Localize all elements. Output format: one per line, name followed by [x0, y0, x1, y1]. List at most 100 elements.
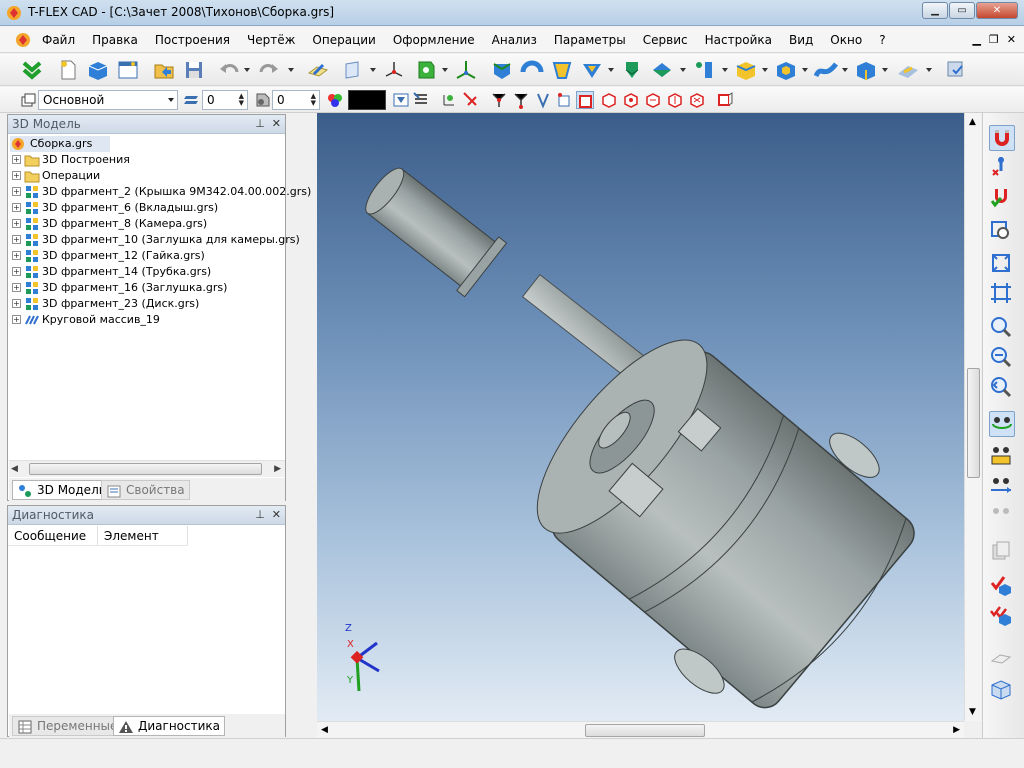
new-drawing-icon[interactable]	[116, 58, 140, 82]
sheet-metal-icon[interactable]	[896, 58, 920, 82]
menu-item-7[interactable]: Параметры	[554, 33, 626, 47]
expand-icon[interactable]: +	[12, 171, 21, 180]
menu-item-0[interactable]: Файл	[42, 33, 75, 47]
expand-icon[interactable]: +	[12, 299, 21, 308]
new-3d-model-icon[interactable]	[86, 58, 110, 82]
fillet-icon[interactable]	[650, 58, 674, 82]
priority-stepper[interactable]: 0 ▲ ▼	[272, 90, 320, 110]
document-icon[interactable]	[14, 31, 32, 49]
menu-item-11[interactable]: Окно	[830, 33, 862, 47]
select-face-icon[interactable]	[576, 91, 594, 109]
viewport-scroll-right-icon[interactable]: ▶	[953, 725, 960, 735]
copy-body-icon[interactable]	[734, 58, 758, 82]
viewport-vscrollbar[interactable]: ▲ ▼	[964, 113, 981, 721]
maximize-button[interactable]: ▭	[949, 2, 975, 19]
diag-pin-icon[interactable]: ⊥	[255, 508, 265, 521]
tree-item[interactable]: +3D фрагмент_10 (Заглушка для камеры.grs…	[8, 232, 300, 248]
workplane-icon[interactable]	[342, 58, 366, 82]
fillet-dropdown-icon[interactable]	[680, 68, 686, 72]
loft-icon[interactable]	[550, 58, 574, 82]
tree-item[interactable]: + Операции	[8, 168, 284, 184]
tab-variables[interactable]: Переменные	[12, 716, 123, 736]
select-loop-icon[interactable]	[556, 91, 574, 109]
expand-icon[interactable]: +	[12, 267, 21, 276]
menu-item-4[interactable]: Операции	[312, 33, 375, 47]
sheet-metal-dropdown-icon[interactable]	[926, 68, 932, 72]
tree-item[interactable]: +3D фрагмент_6 (Вкладыш.grs)	[8, 200, 284, 216]
expand-icon[interactable]: +	[12, 235, 21, 244]
expand-icon[interactable]: +	[12, 187, 21, 196]
close-button[interactable]: ✕	[976, 2, 1018, 19]
boolean-icon[interactable]	[620, 58, 644, 82]
selector-list-icon[interactable]	[412, 91, 430, 109]
select-node-icon[interactable]	[440, 91, 458, 109]
viewport-vscroll-thumb[interactable]	[967, 368, 980, 478]
minimize-button[interactable]: ▁	[922, 2, 948, 19]
pin-marker-icon[interactable]	[989, 155, 1015, 181]
rotate-view-icon[interactable]	[989, 411, 1015, 437]
tree-item[interactable]: +3D фрагмент_2 (Крышка 9М342.04.00.002.g…	[8, 184, 311, 200]
filter-icon[interactable]	[392, 91, 410, 109]
solid-box-icon[interactable]	[854, 58, 878, 82]
scroll-right-icon[interactable]: ▶	[274, 464, 281, 474]
zoom-previous-icon[interactable]	[989, 375, 1015, 401]
save-icon[interactable]	[182, 58, 206, 82]
tab-diagnostics[interactable]: Диагностика	[113, 716, 226, 736]
menu-item-5[interactable]: Оформление	[393, 33, 475, 47]
menu-item-10[interactable]: Вид	[789, 33, 813, 47]
tree-root[interactable]: Сборка.grs	[10, 136, 110, 152]
column-message[interactable]: Сообщение	[8, 526, 98, 546]
select-body-icon[interactable]	[600, 91, 618, 109]
solid-box-dropdown-icon[interactable]	[882, 68, 888, 72]
diag-close-icon[interactable]: ✕	[272, 508, 281, 521]
scroll-left-icon[interactable]: ◀	[11, 464, 18, 474]
expand-icon[interactable]: +	[12, 251, 21, 260]
expand-icon[interactable]: +	[12, 283, 21, 292]
assembly-settings-icon[interactable]	[944, 58, 968, 82]
select-elements-icon[interactable]	[716, 91, 734, 109]
menu-item-8[interactable]: Сервис	[643, 33, 688, 47]
mdi-minimize-button[interactable]: ▁	[972, 33, 980, 46]
tree-item[interactable]: +3D Построения	[8, 152, 284, 168]
zoom-extents-icon[interactable]	[989, 251, 1015, 277]
copy-body-dropdown-icon[interactable]	[762, 68, 768, 72]
expand-icon[interactable]: +	[12, 219, 21, 228]
select-fragment-icon[interactable]	[644, 91, 662, 109]
surface-dropdown-icon[interactable]	[842, 68, 848, 72]
section-plane-icon[interactable]	[989, 645, 1015, 671]
3d-node-icon[interactable]	[454, 58, 478, 82]
tree-item[interactable]: +3D фрагмент_8 (Камера.grs)	[8, 216, 284, 232]
level-stepper[interactable]: 0 ▲ ▼	[202, 90, 248, 110]
viewport-scroll-left-icon[interactable]: ◀	[321, 725, 328, 735]
sweep-icon[interactable]	[580, 58, 604, 82]
check-solid-icon[interactable]	[989, 573, 1015, 599]
3d-viewport[interactable]: Z X Y	[317, 113, 964, 721]
shell-icon[interactable]	[774, 58, 798, 82]
undo-dropdown-icon[interactable]	[244, 68, 250, 72]
select-all-icon[interactable]	[688, 91, 706, 109]
pin-icon[interactable]: ⊥	[255, 117, 265, 130]
menu-item-3[interactable]: Чертёж	[247, 33, 295, 47]
magnet-check-icon[interactable]	[989, 185, 1015, 211]
local-cs-icon[interactable]	[382, 58, 406, 82]
tree-item[interactable]: +3D фрагмент_23 (Диск.grs)	[8, 296, 284, 312]
zoom-fit-icon[interactable]	[989, 281, 1015, 307]
select-edge-icon[interactable]	[462, 91, 480, 109]
select-axis-icon[interactable]	[512, 91, 530, 109]
select-path-icon[interactable]	[534, 91, 552, 109]
menu-item-6[interactable]: Анализ	[492, 33, 537, 47]
walkthrough-icon[interactable]	[989, 499, 1015, 525]
tree-hscrollbar[interactable]: ◀ ▶	[9, 460, 285, 477]
viewport-hscroll-thumb[interactable]	[585, 724, 705, 737]
tree-item[interactable]: + Круговой массив_19	[8, 312, 284, 328]
scroll-up-icon[interactable]: ▲	[969, 117, 976, 127]
profile-icon[interactable]	[414, 58, 438, 82]
menu-item-1[interactable]: Правка	[92, 33, 138, 47]
layer-select[interactable]: Основной	[38, 90, 178, 110]
rotate-body-icon[interactable]	[520, 58, 544, 82]
tflex-app-icon[interactable]	[6, 5, 22, 21]
column-element[interactable]: Элемент	[98, 526, 188, 546]
shell-dropdown-icon[interactable]	[802, 68, 808, 72]
pan-view-icon[interactable]	[989, 443, 1015, 469]
redo-dropdown-icon[interactable]	[288, 68, 294, 72]
